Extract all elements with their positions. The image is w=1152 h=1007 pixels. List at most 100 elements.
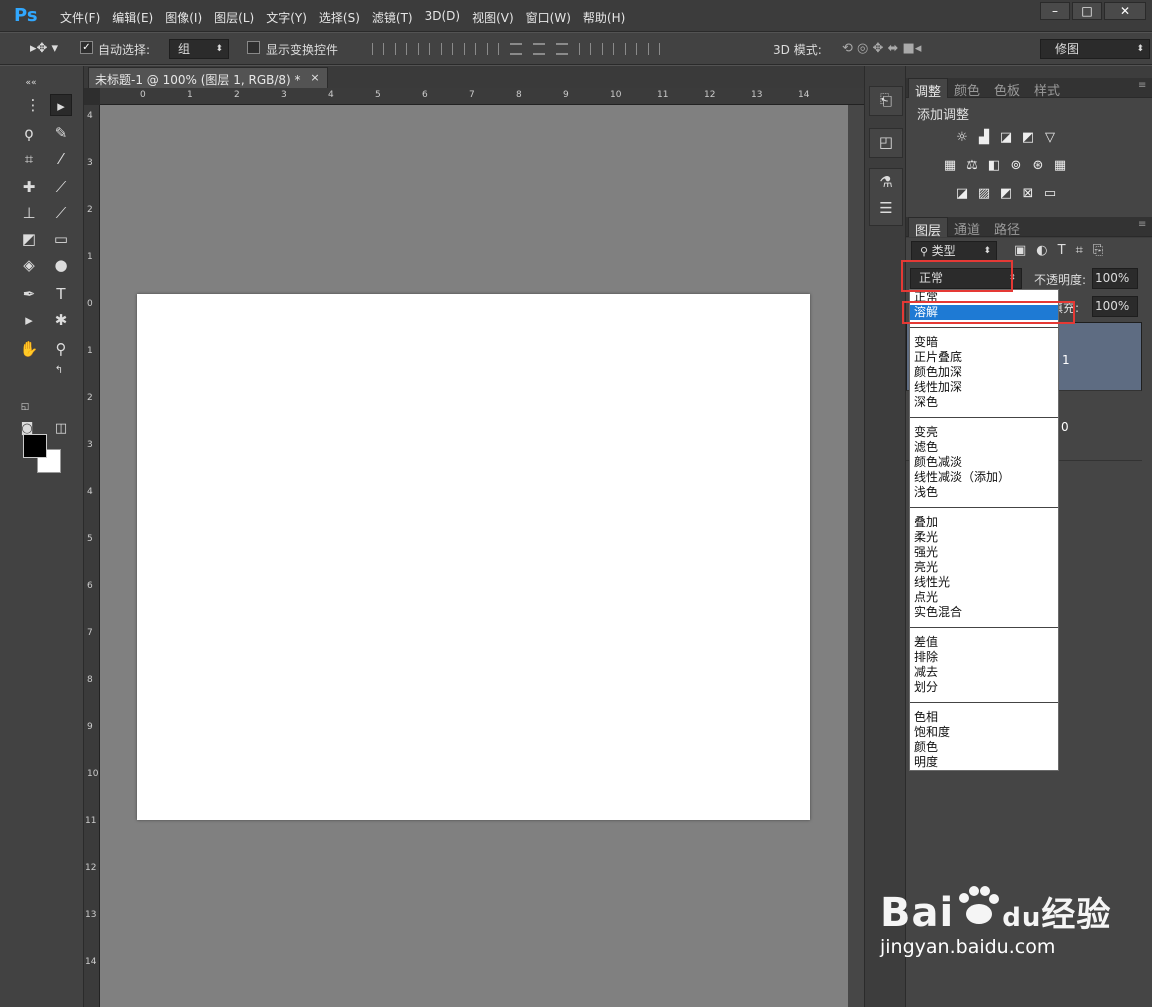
- distribute-right-icon[interactable]: [625, 43, 637, 55]
- show-transform-checkbox[interactable]: [247, 41, 260, 54]
- move-tool-icon[interactable]: ▸: [50, 94, 72, 116]
- photo-filter-icon[interactable]: ⊚: [1008, 158, 1024, 174]
- auto-align-icon[interactable]: [648, 43, 660, 55]
- menu-filter[interactable]: 滤镜(T): [366, 9, 419, 26]
- blend-pin-light[interactable]: 点光: [910, 590, 1058, 605]
- clone-stamp-tool-icon[interactable]: ⊥: [18, 202, 40, 224]
- align-right-icon[interactable]: [487, 43, 499, 55]
- align-hcenter-icon[interactable]: [464, 43, 476, 55]
- distribute-left-icon[interactable]: [579, 43, 591, 55]
- menu-type[interactable]: 文字(Y): [260, 9, 313, 26]
- layer-filter-dropdown[interactable]: ⚲ 类型 ⬍: [911, 241, 997, 261]
- blend-linear-light[interactable]: 线性光: [910, 575, 1058, 590]
- adjust-filter-icon[interactable]: ◐: [1036, 243, 1047, 258]
- selective-color-icon[interactable]: ⊠: [1020, 186, 1036, 202]
- blend-color-dodge[interactable]: 颜色减淡: [910, 455, 1058, 470]
- panel-menu-icon[interactable]: ≡: [1132, 217, 1152, 237]
- panel-menu-icon[interactable]: ≡: [1132, 78, 1152, 98]
- levels-icon[interactable]: ▟: [976, 130, 992, 146]
- marquee-tool-icon[interactable]: ⋮: [22, 94, 44, 116]
- blend-linear-dodge[interactable]: 线性减淡（添加）: [910, 470, 1058, 485]
- blend-darker-color[interactable]: 深色: [910, 395, 1058, 410]
- tab-swatches[interactable]: 色板: [988, 78, 1026, 99]
- blend-divide[interactable]: 划分: [910, 680, 1058, 695]
- 3d-tools-icons[interactable]: ⟲ ◎ ✥ ⬌ ■◂: [842, 41, 921, 56]
- eraser-tool-icon[interactable]: ◩: [18, 228, 40, 250]
- distribute-top-icon[interactable]: [510, 43, 522, 55]
- blend-overlay[interactable]: 叠加: [910, 515, 1058, 530]
- blend-lighten[interactable]: 变亮: [910, 425, 1058, 440]
- align-bottom-icon[interactable]: [418, 43, 430, 55]
- move-tool-icon[interactable]: ▸✥ ▾: [30, 41, 58, 56]
- menu-select[interactable]: 选择(S): [313, 9, 366, 26]
- default-colors-icon[interactable]: ◱: [14, 396, 36, 418]
- blend-vivid-light[interactable]: 亮光: [910, 560, 1058, 575]
- auto-select-dropdown[interactable]: 组 ⬍: [169, 39, 229, 59]
- maximize-button[interactable]: □: [1072, 2, 1102, 20]
- collapse-icon[interactable]: ««: [20, 72, 42, 94]
- brush-presets-icon[interactable]: ☰: [870, 195, 902, 221]
- menu-image[interactable]: 图像(I): [159, 9, 208, 26]
- smart-object-filter-icon[interactable]: ⎘: [1093, 243, 1103, 258]
- align-left-icon[interactable]: [441, 43, 453, 55]
- hue-saturation-icon[interactable]: ▦: [942, 158, 958, 174]
- properties-icon[interactable]: ◰: [870, 129, 902, 155]
- tab-paths[interactable]: 路径: [988, 217, 1026, 238]
- pen-tool-icon[interactable]: ✒: [18, 283, 40, 305]
- path-select-tool-icon[interactable]: ▸: [18, 309, 40, 331]
- invert-icon[interactable]: ◪: [954, 186, 970, 202]
- canvas[interactable]: [137, 294, 810, 820]
- brightness-icon[interactable]: ☼: [954, 130, 970, 146]
- shape-filter-icon[interactable]: ⌗: [1076, 243, 1083, 258]
- minimize-button[interactable]: –: [1040, 2, 1070, 20]
- blend-multiply[interactable]: 正片叠底: [910, 350, 1058, 365]
- menu-view[interactable]: 视图(V): [466, 9, 520, 26]
- type-filter-icon[interactable]: T: [1058, 243, 1066, 258]
- screen-mode-icon[interactable]: ◫: [50, 418, 72, 440]
- blur-tool-icon[interactable]: ◈: [18, 254, 40, 276]
- foreground-color-swatch[interactable]: [23, 434, 47, 458]
- lasso-tool-icon[interactable]: ϙ: [18, 122, 40, 144]
- blend-hard-light[interactable]: 强光: [910, 545, 1058, 560]
- channel-mixer-icon[interactable]: ⊛: [1030, 158, 1046, 174]
- color-balance-icon[interactable]: ⚖: [964, 158, 980, 174]
- blend-exclusion[interactable]: 排除: [910, 650, 1058, 665]
- gradient-tool-icon[interactable]: ▭: [50, 228, 72, 250]
- shape-tool-icon[interactable]: ✱: [50, 309, 72, 331]
- close-tab-icon[interactable]: ×: [310, 71, 319, 84]
- menu-help[interactable]: 帮助(H): [577, 9, 631, 26]
- history-brush-tool-icon[interactable]: ⟋: [50, 202, 72, 224]
- blend-lighter-color[interactable]: 浅色: [910, 485, 1058, 500]
- distribute-vcenter-icon[interactable]: [533, 43, 545, 55]
- history-icon[interactable]: ⎗: [870, 87, 902, 113]
- menu-layer[interactable]: 图层(L): [208, 9, 260, 26]
- pixel-filter-icon[interactable]: ▣: [1014, 243, 1026, 258]
- exposure-icon[interactable]: ◩: [1020, 130, 1036, 146]
- threshold-icon[interactable]: ◩: [998, 186, 1014, 202]
- menu-edit[interactable]: 编辑(E): [106, 9, 159, 26]
- blend-soft-light[interactable]: 柔光: [910, 530, 1058, 545]
- blend-color[interactable]: 颜色: [910, 740, 1058, 755]
- brush-panel-icon[interactable]: ⚗: [870, 169, 902, 195]
- align-vcenter-icon[interactable]: [395, 43, 407, 55]
- blend-linear-burn[interactable]: 线性加深: [910, 380, 1058, 395]
- menu-file[interactable]: 文件(F): [54, 9, 106, 26]
- curves-icon[interactable]: ◪: [998, 130, 1014, 146]
- distribute-bottom-icon[interactable]: [556, 43, 568, 55]
- vertical-scrollbar[interactable]: [848, 105, 864, 1007]
- blend-hard-mix[interactable]: 实色混合: [910, 605, 1058, 620]
- tab-channels[interactable]: 通道: [948, 217, 986, 238]
- zoom-tool-icon[interactable]: ⚲: [50, 338, 72, 360]
- vibrance-icon[interactable]: ▽: [1042, 130, 1058, 146]
- close-button[interactable]: ✕: [1104, 2, 1146, 20]
- healing-brush-tool-icon[interactable]: ✚: [18, 176, 40, 198]
- auto-select-checkbox[interactable]: ✓: [80, 41, 93, 54]
- opacity-input[interactable]: 100%: [1092, 268, 1138, 289]
- color-lookup-icon[interactable]: ▦: [1052, 158, 1068, 174]
- posterize-icon[interactable]: ▨: [976, 186, 992, 202]
- blend-luminosity[interactable]: 明度: [910, 755, 1058, 770]
- tab-adjustments[interactable]: 调整: [908, 78, 949, 100]
- brush-tool-icon[interactable]: ⟋: [50, 176, 72, 198]
- blend-screen[interactable]: 滤色: [910, 440, 1058, 455]
- menu-window[interactable]: 窗口(W): [520, 9, 577, 26]
